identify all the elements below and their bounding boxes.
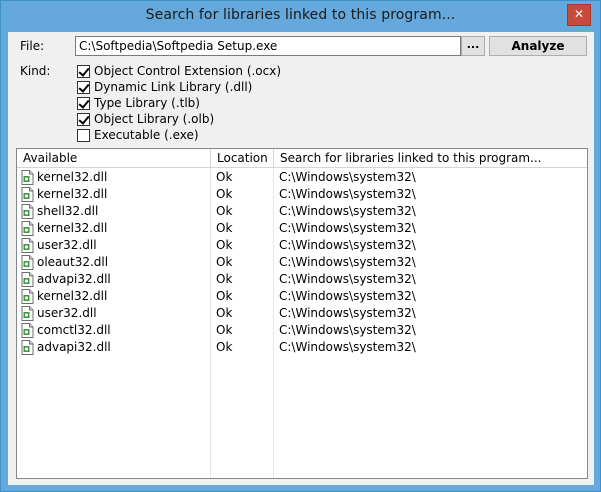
library-path: C:\Windows\system32\ — [279, 340, 416, 354]
dll-file-icon — [21, 323, 34, 338]
dialog-client-area: File: C:\Softpedia\Softpedia Setup.exe .… — [8, 32, 594, 485]
dll-file-icon — [21, 221, 34, 236]
library-name-cell: user32.dll — [21, 305, 209, 322]
column-header-location[interactable]: Location — [211, 149, 274, 168]
table-row[interactable]: kernel32.dll Ok C:\Windows\system32\ — [17, 186, 587, 203]
table-row[interactable]: advapi32.dll Ok C:\Windows\system32\ — [17, 271, 587, 288]
library-path: C:\Windows\system32\ — [279, 170, 416, 184]
library-path: C:\Windows\system32\ — [279, 221, 416, 235]
library-name-cell: kernel32.dll — [21, 288, 209, 305]
dll-file-icon — [21, 170, 34, 185]
library-status: Ok — [216, 170, 233, 184]
close-button[interactable]: ✕ — [567, 4, 591, 26]
library-path: C:\Windows\system32\ — [279, 187, 416, 201]
checkbox[interactable] — [77, 96, 90, 110]
library-status: Ok — [216, 204, 233, 218]
checkbox[interactable] — [77, 128, 90, 142]
table-row[interactable]: advapi32.dll Ok C:\Windows\system32\ — [17, 339, 587, 356]
library-name: advapi32.dll — [37, 272, 111, 286]
dialog-window: Search for libraries linked to this prog… — [0, 0, 601, 492]
library-status: Ok — [216, 187, 233, 201]
kind-option-label: Object Control Extension (.ocx) — [94, 64, 282, 78]
dll-file-icon — [21, 255, 34, 270]
library-path: C:\Windows\system32\ — [279, 272, 416, 286]
library-name: user32.dll — [37, 238, 97, 252]
checkbox[interactable] — [77, 64, 90, 78]
library-name: comctl32.dll — [37, 323, 111, 337]
library-status: Ok — [216, 289, 233, 303]
library-name: shell32.dll — [37, 204, 99, 218]
table-row[interactable]: kernel32.dll Ok C:\Windows\system32\ — [17, 288, 587, 305]
kind-option[interactable]: Object Control Extension (.ocx) — [77, 63, 281, 79]
close-icon: ✕ — [573, 7, 585, 21]
column-header-available[interactable]: Available — [17, 149, 211, 168]
library-status: Ok — [216, 340, 233, 354]
kind-option[interactable]: Type Library (.tlb) — [77, 95, 281, 111]
kind-option[interactable]: Dynamic Link Library (.dll) — [77, 79, 281, 95]
table-row[interactable]: shell32.dll Ok C:\Windows\system32\ — [17, 203, 587, 220]
checkbox[interactable] — [77, 112, 90, 126]
table-row[interactable]: kernel32.dll Ok C:\Windows\system32\ — [17, 169, 587, 186]
library-name-cell: oleaut32.dll — [21, 254, 209, 271]
dll-file-icon — [21, 340, 34, 355]
library-status: Ok — [216, 323, 233, 337]
library-name-cell: advapi32.dll — [21, 339, 209, 356]
dll-file-icon — [21, 187, 34, 202]
table-row[interactable]: kernel32.dll Ok C:\Windows\system32\ — [17, 220, 587, 237]
library-name: kernel32.dll — [37, 221, 108, 235]
library-path: C:\Windows\system32\ — [279, 204, 416, 218]
library-list[interactable]: Available Location Search for libraries … — [16, 148, 588, 479]
kind-label: Kind: — [20, 64, 51, 78]
kind-option-label: Type Library (.tlb) — [94, 96, 200, 110]
kind-option[interactable]: Object Library (.olb) — [77, 111, 281, 127]
kind-option-label: Dynamic Link Library (.dll) — [94, 80, 253, 94]
file-path-input[interactable]: C:\Softpedia\Softpedia Setup.exe — [75, 36, 461, 56]
title-bar[interactable]: Search for libraries linked to this prog… — [1, 1, 600, 32]
library-path: C:\Windows\system32\ — [279, 323, 416, 337]
table-row[interactable]: comctl32.dll Ok C:\Windows\system32\ — [17, 322, 587, 339]
kind-option[interactable]: Executable (.exe) — [77, 127, 281, 143]
table-row[interactable]: oleaut32.dll Ok C:\Windows\system32\ — [17, 254, 587, 271]
list-rows: kernel32.dll Ok C:\Windows\system32\ kernel… — [17, 169, 587, 356]
library-name-cell: kernel32.dll — [21, 169, 209, 186]
library-name-cell: shell32.dll — [21, 203, 209, 220]
kind-option-label: Object Library (.olb) — [94, 112, 215, 126]
library-name: user32.dll — [37, 306, 97, 320]
checkbox[interactable] — [77, 80, 90, 94]
library-status: Ok — [216, 272, 233, 286]
library-status: Ok — [216, 221, 233, 235]
dll-file-icon — [21, 306, 34, 321]
library-name-cell: user32.dll — [21, 237, 209, 254]
window-title: Search for libraries linked to this prog… — [145, 7, 456, 23]
kind-checkbox-group: Object Control Extension (.ocx) Dynamic L… — [77, 63, 281, 143]
dll-file-icon — [21, 289, 34, 304]
kind-option-label: Executable (.exe) — [94, 128, 199, 142]
library-name: kernel32.dll — [37, 170, 108, 184]
table-row[interactable]: user32.dll Ok C:\Windows\system32\ — [17, 305, 587, 322]
library-status: Ok — [216, 255, 233, 269]
library-status: Ok — [216, 238, 233, 252]
library-path: C:\Windows\system32\ — [279, 238, 416, 252]
dll-file-icon — [21, 204, 34, 219]
library-name: advapi32.dll — [37, 340, 111, 354]
library-path: C:\Windows\system32\ — [279, 289, 416, 303]
library-status: Ok — [216, 306, 233, 320]
dll-file-icon — [21, 272, 34, 287]
library-name-cell: kernel32.dll — [21, 186, 209, 203]
library-name-cell: kernel32.dll — [21, 220, 209, 237]
column-header-search-path[interactable]: Search for libraries linked to this prog… — [274, 149, 587, 168]
analyze-button[interactable]: Analyze — [489, 36, 587, 56]
dll-file-icon — [21, 238, 34, 253]
table-row[interactable]: user32.dll Ok C:\Windows\system32\ — [17, 237, 587, 254]
library-name: kernel32.dll — [37, 187, 108, 201]
file-label: File: — [20, 39, 45, 53]
list-header: Available Location Search for libraries … — [17, 149, 587, 168]
library-name-cell: comctl32.dll — [21, 322, 209, 339]
library-path: C:\Windows\system32\ — [279, 306, 416, 320]
browse-button[interactable]: ... — [461, 36, 485, 56]
library-name: oleaut32.dll — [37, 255, 109, 269]
library-name: kernel32.dll — [37, 289, 108, 303]
library-path: C:\Windows\system32\ — [279, 255, 416, 269]
library-name-cell: advapi32.dll — [21, 271, 209, 288]
